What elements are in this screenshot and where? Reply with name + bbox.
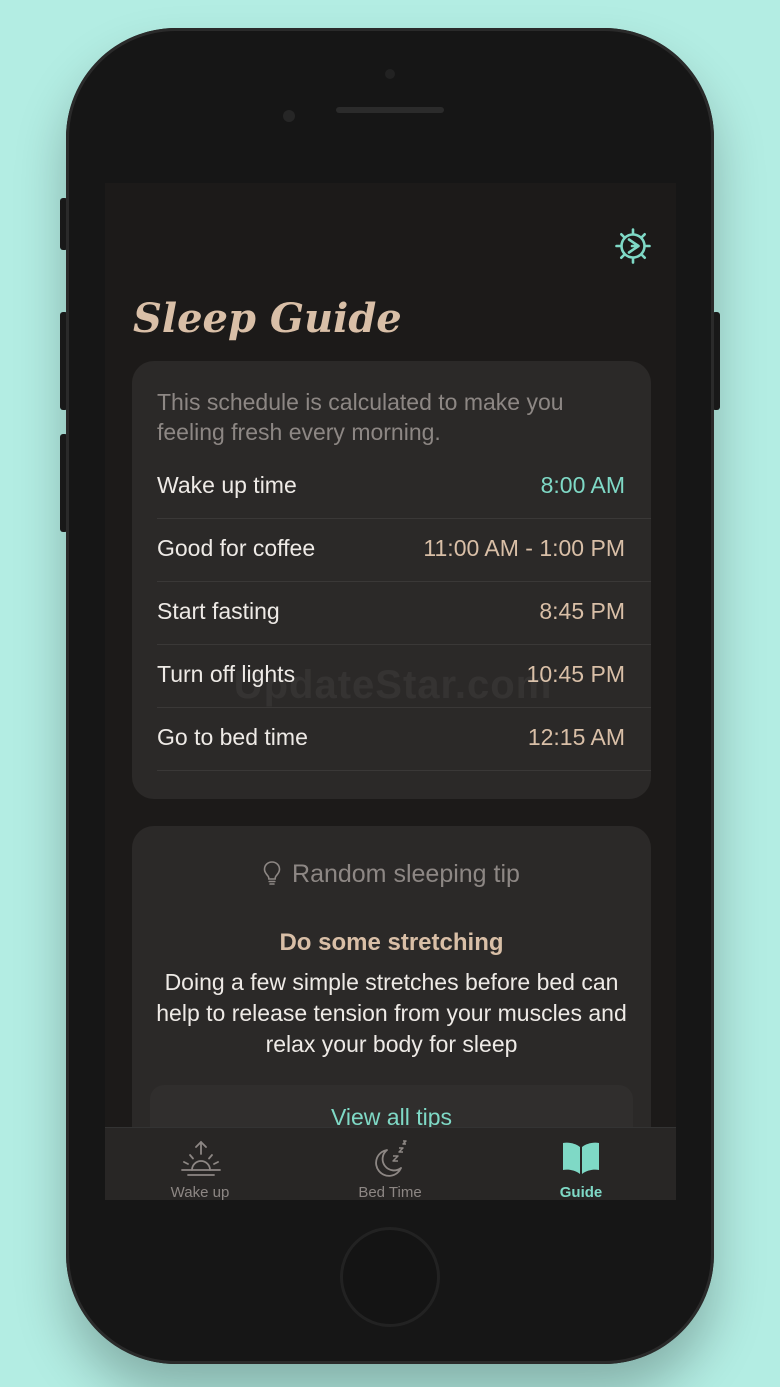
watermark: UpdateStar.com — [233, 663, 553, 707]
book-icon — [563, 1142, 599, 1174]
tab-guide[interactable]: Guide — [486, 1128, 676, 1200]
schedule-card: This schedule is calculated to make you … — [132, 361, 651, 799]
schedule-row-wake-up[interactable]: Wake up time 8:00 AM — [157, 456, 651, 519]
home-button[interactable] — [340, 1227, 440, 1327]
schedule-row-value: 11:00 AM - 1:00 PM — [423, 535, 625, 561]
moon-zzz-icon — [375, 1140, 407, 1177]
gear-icon[interactable] — [614, 227, 652, 265]
schedule-row-value: 8:00 AM — [540, 472, 625, 498]
app-screen: Sleep Guide This schedule is calculated … — [105, 183, 676, 1200]
earpiece-speaker — [336, 107, 444, 113]
schedule-row-label: Start fasting — [157, 598, 280, 624]
schedule-row-value: 8:45 PM — [539, 598, 625, 624]
schedule-row-label: Wake up time — [157, 472, 297, 498]
tab-label: Bed Time — [358, 1184, 422, 1200]
schedule-row-label: Good for coffee — [157, 535, 316, 561]
front-camera — [283, 110, 295, 122]
schedule-row-label: Go to bed time — [157, 724, 308, 750]
schedule-row-fasting[interactable]: Start fasting 8:45 PM — [157, 582, 651, 645]
tip-heading: Random sleeping tip — [132, 860, 651, 889]
tip-heading-label: Random sleeping tip — [292, 860, 520, 888]
schedule-row-bed-time[interactable]: Go to bed time 12:15 AM — [157, 708, 651, 771]
tab-wake-up[interactable]: Wake up — [105, 1128, 295, 1200]
tab-label: Guide — [559, 1184, 603, 1200]
tip-title: Do some stretching — [279, 929, 504, 956]
tab-bed-time[interactable]: Bed Time — [295, 1128, 485, 1200]
schedule-row-coffee[interactable]: Good for coffee 11:00 AM - 1:00 PM — [157, 519, 651, 582]
sunrise-icon — [181, 1140, 221, 1176]
view-all-tips-label: View all tips — [330, 1104, 453, 1130]
schedule-list: Wake up time 8:00 AM Good for coffee 11:… — [132, 456, 651, 771]
schedule-row-value: 12:15 AM — [527, 724, 625, 750]
tab-bar: Wake up Bed Time Guide — [105, 1127, 676, 1200]
lightbulb-icon — [263, 861, 281, 885]
tip-body: Doing a few simple stretches before bed … — [156, 969, 627, 1057]
proximity-sensor — [385, 69, 395, 79]
schedule-intro: This schedule is calculated to make you … — [157, 389, 564, 445]
page-title: Sleep Guide — [133, 295, 402, 342]
tab-label: Wake up — [170, 1184, 230, 1200]
